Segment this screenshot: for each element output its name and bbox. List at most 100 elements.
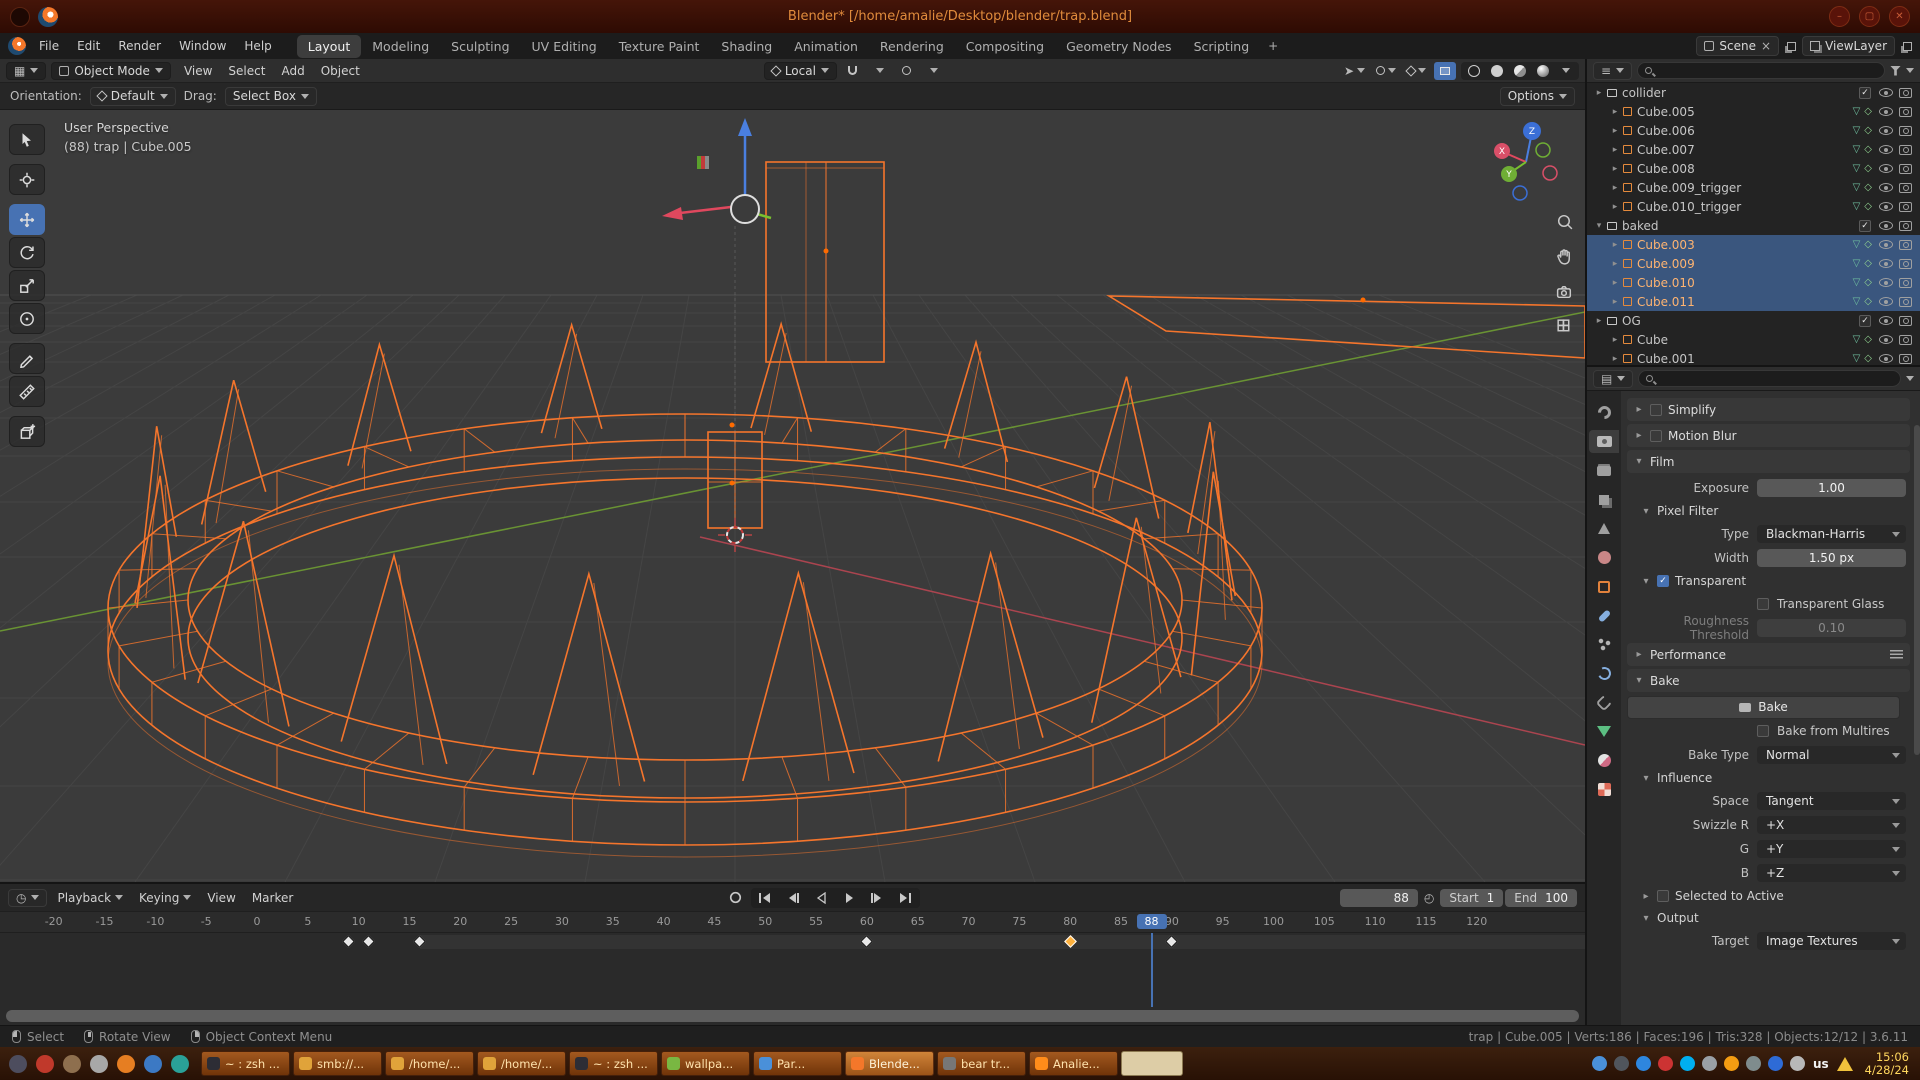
bake-button[interactable]: Bake	[1627, 696, 1900, 719]
task-button-smb-[interactable]: smb://...	[293, 1051, 382, 1076]
tray-icon-6[interactable]	[1702, 1056, 1717, 1071]
panel-bake[interactable]: ▾ Bake	[1627, 669, 1910, 692]
tray-icon-10[interactable]	[1790, 1056, 1805, 1071]
warning-icon[interactable]	[1837, 1057, 1853, 1071]
tray-icon-2[interactable]	[1614, 1056, 1629, 1071]
hide-in-viewport-icon[interactable]	[1879, 125, 1893, 136]
hide-in-viewport-icon[interactable]	[1879, 353, 1893, 364]
outliner-row-cube-010-trigger[interactable]: ▸Cube.010_trigger▽◇	[1587, 197, 1920, 216]
hide-in-viewport-icon[interactable]	[1879, 220, 1893, 231]
viewport-menu-view[interactable]: View	[176, 62, 220, 80]
keyframe-diamond[interactable]	[342, 935, 355, 948]
launcher-icon-4[interactable]	[86, 1051, 111, 1076]
current-frame-field[interactable]: 88	[1340, 889, 1418, 907]
options-dropdown[interactable]: Options	[1500, 87, 1575, 106]
workspace-tab-modeling[interactable]: Modeling	[361, 35, 440, 58]
viewport-menu-object[interactable]: Object	[313, 62, 368, 80]
select-box-tool[interactable]	[9, 124, 45, 155]
tray-icon-7[interactable]	[1724, 1056, 1739, 1071]
launcher-icon-5[interactable]	[113, 1051, 138, 1076]
launcher-icon-6[interactable]	[140, 1051, 165, 1076]
proportional-dropdown[interactable]	[923, 62, 945, 80]
tab-tool[interactable]	[1589, 401, 1619, 424]
timeline-ruler[interactable]: -20-15-10-505101520253035404550556065707…	[0, 911, 1585, 933]
measure-tool[interactable]	[9, 376, 45, 407]
launcher-icon-3[interactable]	[59, 1051, 84, 1076]
launcher-icon-2[interactable]	[32, 1051, 57, 1076]
tab-material[interactable]	[1589, 749, 1619, 772]
shading-solid-button[interactable]	[1486, 62, 1508, 80]
disclosure-caret-icon[interactable]: ▸	[1593, 88, 1605, 98]
workspace-tab-rendering[interactable]: Rendering	[869, 35, 955, 58]
tab-texture[interactable]	[1589, 778, 1619, 801]
transparent-checkbox[interactable]: ✓	[1657, 575, 1669, 587]
bake-type-dropdown[interactable]: Normal	[1757, 746, 1906, 764]
window-close-button[interactable]: ✕	[1889, 6, 1910, 27]
workspace-tab-shading[interactable]: Shading	[710, 35, 783, 58]
add-cube-tool[interactable]	[9, 416, 45, 447]
disclosure-caret-icon[interactable]: ▸	[1609, 126, 1621, 136]
disable-in-renders-icon[interactable]	[1899, 183, 1912, 193]
frame-end-field[interactable]: End 100	[1505, 889, 1577, 907]
unlink-scene-icon[interactable]: ×	[1761, 40, 1771, 52]
move-tool[interactable]	[9, 204, 45, 235]
task-button-blank[interactable]	[1121, 1051, 1183, 1076]
properties-scrollbar[interactable]	[1914, 425, 1920, 755]
new-viewlayer-icon[interactable]	[1903, 42, 1912, 51]
menu-edit[interactable]: Edit	[68, 36, 109, 56]
overlays-dropdown[interactable]	[1404, 62, 1429, 80]
filter-width-slider[interactable]: 1.50 px	[1757, 549, 1906, 567]
menu-window[interactable]: Window	[170, 36, 235, 56]
tab-modifiers[interactable]	[1589, 604, 1619, 627]
hide-in-viewport-icon[interactable]	[1879, 106, 1893, 117]
panel-output[interactable]: ▾ Output	[1625, 907, 1912, 929]
outliner-editor-selector[interactable]: ≡	[1593, 62, 1632, 80]
zoom-icon[interactable]	[1553, 210, 1575, 232]
task-button--home-[interactable]: /home/...	[385, 1051, 474, 1076]
outliner-row-cube-003[interactable]: ▸Cube.003▽◇	[1587, 235, 1920, 254]
panel-film[interactable]: ▾ Film	[1627, 450, 1910, 473]
timeline-editor-selector[interactable]: ◷	[8, 889, 47, 907]
tray-icon-1[interactable]	[1592, 1056, 1607, 1071]
disclosure-caret-icon[interactable]: ▸	[1609, 164, 1621, 174]
task-button-bear-tr-[interactable]: bear tr...	[937, 1051, 1026, 1076]
hide-in-viewport-icon[interactable]	[1879, 277, 1893, 288]
tab-physics[interactable]	[1589, 662, 1619, 685]
filter-icon[interactable]	[1890, 66, 1901, 76]
transform-tool[interactable]	[9, 303, 45, 334]
annotate-tool[interactable]	[9, 343, 45, 374]
viewport-menu-select[interactable]: Select	[220, 62, 273, 80]
tab-object[interactable]	[1589, 575, 1619, 598]
workspace-tab-sculpting[interactable]: Sculpting	[440, 35, 520, 58]
camera-view-icon[interactable]	[1553, 280, 1575, 302]
tab-render[interactable]	[1589, 430, 1619, 453]
drag-setting-dropdown[interactable]: Select Box	[225, 87, 317, 106]
hide-in-viewport-icon[interactable]	[1879, 163, 1893, 174]
outliner-row-cube[interactable]: ▸Cube▽◇	[1587, 330, 1920, 349]
panel-selected-to-active[interactable]: ▸ Selected to Active	[1625, 885, 1912, 907]
panel-simplify[interactable]: ▸ Simplify	[1627, 398, 1910, 421]
disclosure-caret-icon[interactable]: ▸	[1609, 107, 1621, 117]
task-button--home-[interactable]: /home/...	[477, 1051, 566, 1076]
disable-in-renders-icon[interactable]	[1899, 240, 1912, 250]
gizmos-dropdown[interactable]	[1373, 62, 1399, 80]
collection-checkbox[interactable]: ✓	[1859, 315, 1871, 327]
disable-in-renders-icon[interactable]	[1899, 202, 1912, 212]
new-scene-icon[interactable]	[1787, 42, 1796, 51]
panel-performance[interactable]: ▸ Performance	[1627, 643, 1910, 666]
disclosure-caret-icon[interactable]: ▸	[1609, 145, 1621, 155]
presets-icon[interactable]	[1890, 650, 1903, 659]
outliner-row-cube-005[interactable]: ▸Cube.005▽◇	[1587, 102, 1920, 121]
window-maximize-button[interactable]: ▢	[1859, 6, 1880, 27]
shading-material-button[interactable]	[1509, 62, 1531, 80]
outliner-row-cube-011[interactable]: ▸Cube.011▽◇	[1587, 292, 1920, 311]
properties-search-input[interactable]	[1638, 370, 1901, 387]
blender-logo-icon[interactable]	[8, 37, 26, 55]
outliner-row-cube-009[interactable]: ▸Cube.009▽◇	[1587, 254, 1920, 273]
tab-scene[interactable]	[1589, 517, 1619, 540]
space-dropdown[interactable]: Tangent	[1757, 792, 1906, 810]
menu-render[interactable]: Render	[109, 36, 170, 56]
viewport-3d[interactable]: ZXY User Perspective (88) trap | Cube.00…	[0, 110, 1585, 882]
ortho-toggle-icon[interactable]	[1553, 315, 1575, 337]
motion-blur-checkbox[interactable]	[1650, 430, 1662, 442]
